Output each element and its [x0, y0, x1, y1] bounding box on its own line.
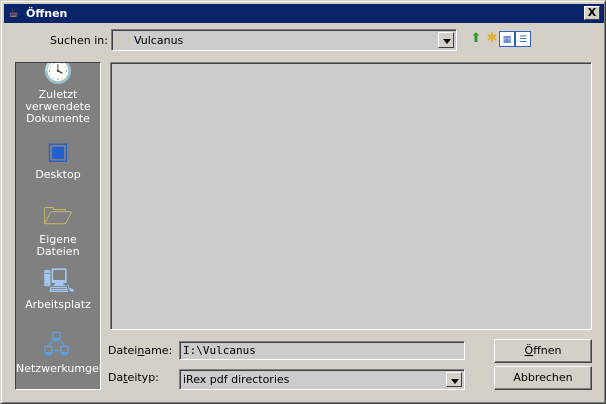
chevron-down-icon[interactable] — [446, 372, 462, 387]
up-folder-icon[interactable]: ⬆ — [468, 31, 484, 47]
look-in-value: Vulcanus — [134, 34, 184, 47]
network-icon: 🖧 — [43, 331, 70, 359]
my-computer-icon: 🖳 — [43, 267, 76, 295]
filename-input[interactable]: I:\Vulcanus — [179, 341, 465, 360]
details-view-icon[interactable]: ☰ — [515, 31, 531, 47]
look-in-combo[interactable]: 🗀 Vulcanus — [111, 29, 457, 51]
filename-label: Dateiname: — [108, 344, 173, 357]
new-folder-icon[interactable]: ✱ — [484, 31, 500, 47]
list-view-icon[interactable]: ▦ — [499, 31, 515, 47]
open-button[interactable]: Öffnen — [494, 339, 592, 363]
look-in-label: Suchen in: — [50, 34, 108, 47]
title-bar: ☕ Öffnen X — [4, 4, 604, 23]
place-my-computer[interactable]: 🖳 Arbeitsplatz — [16, 267, 100, 311]
desktop-icon: ▣ — [46, 137, 70, 165]
filetype-label: Dateityp: — [108, 371, 159, 384]
place-recent[interactable]: 🕓 Zuletzt verwendete Dokumente — [16, 62, 100, 125]
close-button[interactable]: X — [584, 6, 600, 20]
filetype-combo[interactable]: iRex pdf directories — [179, 369, 465, 390]
chevron-down-icon[interactable] — [438, 32, 454, 48]
places-bar: 🕓 Zuletzt verwendete Dokumente ▣ Desktop 🗁… — [15, 62, 101, 390]
folder-icon: 🗀 — [116, 34, 130, 49]
my-documents-icon: 🗁 — [43, 202, 73, 230]
place-network[interactable]: 🖧Netzwerkumgebu — [16, 331, 100, 375]
file-list[interactable] — [110, 62, 592, 330]
cancel-button[interactable]: Abbrechen — [494, 366, 592, 390]
place-desktop[interactable]: ▣ Desktop — [16, 137, 100, 181]
recent-documents-icon: 🕓 — [43, 62, 73, 85]
java-cup-icon: ☕ — [8, 6, 19, 20]
window-title: Öffnen — [26, 7, 68, 20]
place-my-documents[interactable]: 🗁 Eigene Dateien — [16, 202, 100, 258]
